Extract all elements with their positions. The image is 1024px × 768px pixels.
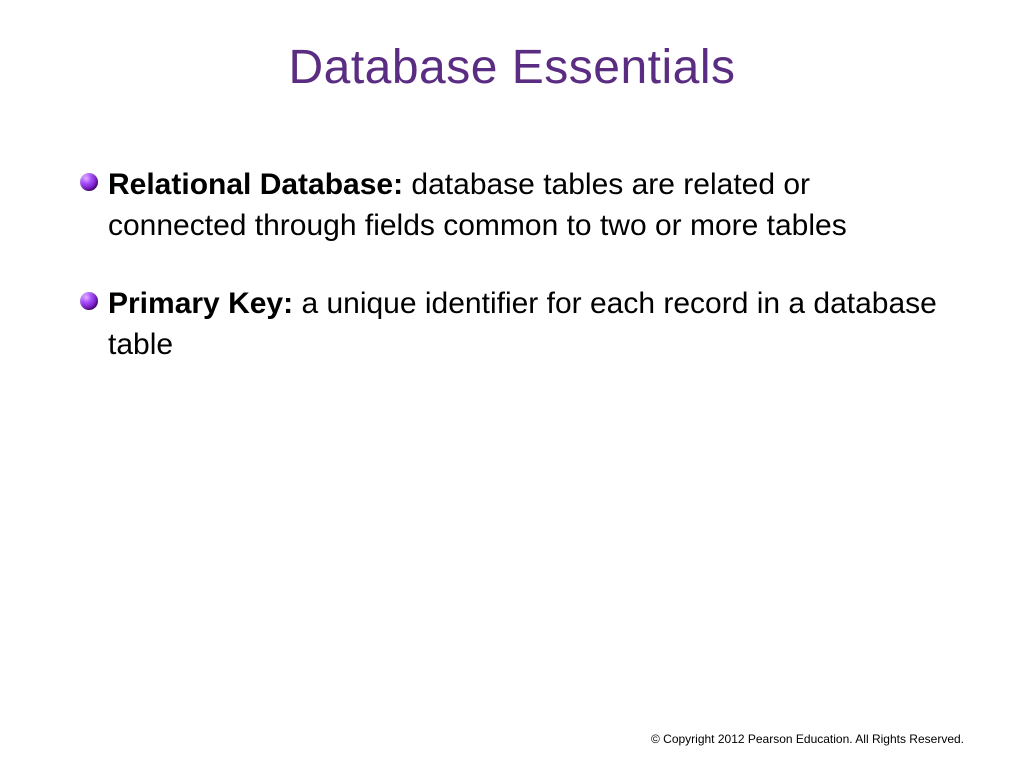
bullet-text: Primary Key: a unique identifier for eac… [108, 284, 944, 365]
sphere-bullet-icon [80, 292, 98, 310]
bullet-item: Relational Database: database tables are… [80, 165, 944, 246]
bullet-text: Relational Database: database tables are… [108, 165, 944, 246]
slide-container: Database Essentials Relational Database:… [0, 0, 1024, 768]
slide-title: Database Essentials [60, 40, 964, 95]
definition-term: Primary Key: [108, 287, 293, 320]
slide-content: Relational Database: database tables are… [60, 165, 964, 365]
bullet-item: Primary Key: a unique identifier for eac… [80, 284, 944, 365]
copyright-text: © Copyright 2012 Pearson Education. All … [651, 732, 964, 746]
sphere-bullet-icon [80, 173, 98, 191]
definition-term: Relational Database: [108, 168, 403, 201]
